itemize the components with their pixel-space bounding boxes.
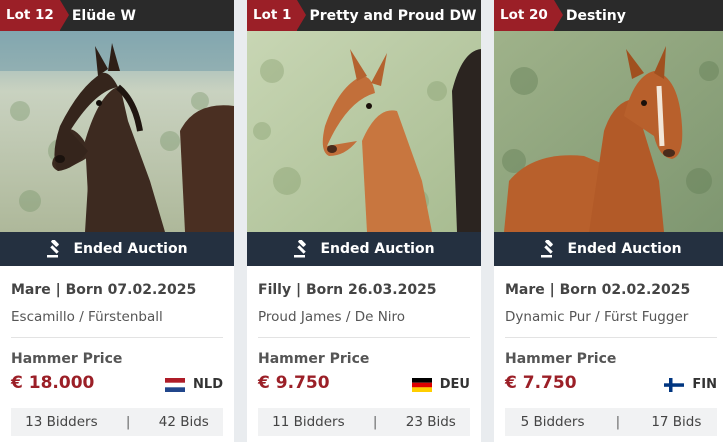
bids-count: 42 Bids: [158, 414, 209, 430]
hammer-price-label: Hammer Price: [258, 351, 370, 367]
divider: [505, 337, 717, 338]
horse-name[interactable]: Pretty and Proud DW: [309, 8, 476, 24]
status-label: Ended Auction: [320, 241, 435, 257]
bid-separator: |: [125, 414, 131, 430]
hammer-price-label: Hammer Price: [11, 351, 123, 367]
bidders-count: 13 Bidders: [25, 414, 98, 430]
netherlands-flag-icon: [165, 377, 186, 392]
auction-card-lot-1[interactable]: Lot 1 Pretty and Proud DW Ended Auction …: [247, 0, 481, 442]
country-indicator: DEU: [411, 377, 470, 392]
bids-count: 23 Bids: [405, 414, 456, 430]
horse-photo[interactable]: [0, 31, 234, 232]
pedigree: Proud James / De Niro: [258, 309, 406, 325]
divider: [11, 337, 223, 338]
horse-photo[interactable]: [494, 31, 723, 232]
lot-header: Lot 12 Elüde W: [0, 0, 234, 31]
country-code: DEU: [439, 377, 470, 392]
lot-header: Lot 1 Pretty and Proud DW: [247, 0, 481, 31]
bid-summary: 5 Bidders | 17 Bids: [505, 408, 717, 436]
horse-name[interactable]: Destiny: [566, 8, 626, 24]
gavel-icon: [541, 240, 554, 258]
auction-status-bar: Ended Auction: [247, 232, 481, 266]
bid-separator: |: [372, 414, 378, 430]
bidders-count: 5 Bidders: [520, 414, 585, 430]
bids-count: 17 Bids: [651, 414, 702, 430]
status-label: Ended Auction: [73, 241, 188, 257]
lot-number-badge: Lot 1: [247, 0, 307, 31]
auction-status-bar: Ended Auction: [0, 232, 234, 266]
lot-number-badge: Lot 12: [0, 0, 69, 31]
auction-card-lot-20[interactable]: Lot 20 Destiny Ended Auction Mare | Born…: [494, 0, 723, 442]
gender-birthdate: Filly | Born 26.03.2025: [258, 282, 437, 298]
hammer-price-label: Hammer Price: [505, 351, 617, 367]
lot-number-badge: Lot 20: [494, 0, 563, 31]
hammer-price-value: € 7.750: [505, 373, 577, 393]
hammer-price-value: € 18.000: [11, 373, 95, 393]
bid-summary: 13 Bidders | 42 Bids: [11, 408, 223, 436]
germany-flag-icon: [411, 377, 432, 392]
bid-summary: 11 Bidders | 23 Bids: [258, 408, 470, 436]
horse-name[interactable]: Elüde W: [72, 8, 136, 24]
lot-header: Lot 20 Destiny: [494, 0, 723, 31]
hammer-price-value: € 9.750: [258, 373, 330, 393]
country-code: FIN: [692, 377, 717, 392]
horse-photo[interactable]: [247, 31, 481, 232]
gavel-icon: [47, 240, 60, 258]
bid-separator: |: [615, 414, 621, 430]
finland-flag-icon: [664, 377, 685, 392]
pedigree: Dynamic Pur / Fürst Fugger: [505, 309, 689, 325]
gender-birthdate: Mare | Born 07.02.2025: [11, 282, 197, 298]
divider: [258, 337, 470, 338]
auction-card-lot-12[interactable]: Lot 12 Elüde W Ended Auction Mare | Born…: [0, 0, 234, 442]
gender-birthdate: Mare | Born 02.02.2025: [505, 282, 691, 298]
gavel-icon: [294, 240, 307, 258]
country-indicator: NLD: [165, 377, 223, 392]
auction-status-bar: Ended Auction: [494, 232, 723, 266]
country-code: NLD: [193, 377, 223, 392]
bidders-count: 11 Bidders: [272, 414, 345, 430]
status-label: Ended Auction: [567, 241, 682, 257]
pedigree: Escamillo / Fürstenball: [11, 309, 163, 325]
country-indicator: FIN: [664, 377, 717, 392]
